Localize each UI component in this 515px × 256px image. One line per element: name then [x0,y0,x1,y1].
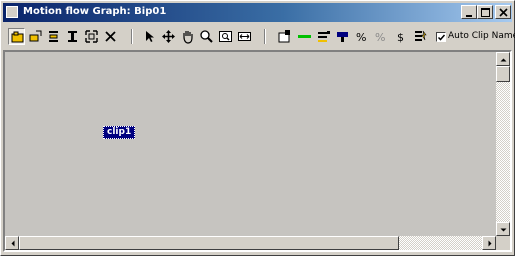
auto-clip-names-checkbox[interactable] [436,32,446,42]
arrow-down-icon [500,228,507,232]
show-scripts-icon [278,30,290,43]
zoom-extents-icon [238,32,251,41]
delete-button[interactable] [102,28,119,45]
pan-hand-icon [183,31,193,44]
random-icon: % [356,31,366,44]
checkmark-icon [437,34,446,41]
fit-selection-icon [85,30,98,43]
vertical-scroll-thumb[interactable] [496,66,510,82]
toolbar-separator [264,29,266,44]
define-script-button[interactable] [296,28,313,45]
create-clips-icon [11,31,24,43]
select-clips-icon [49,31,58,42]
window-icon [6,6,18,18]
select-transition-button[interactable] [64,28,81,45]
auto-clip-names-label[interactable]: Auto Clip Names [448,30,515,43]
pan-hand-button[interactable] [179,28,196,45]
select-transition-icon [68,31,77,42]
motion-flow-canvas[interactable]: clip1 [5,52,496,236]
script-list-button[interactable] [315,28,332,45]
create-transition-button[interactable] [27,28,44,45]
start-clip-button[interactable] [334,28,351,45]
transition-icon: % [375,31,385,44]
arrow-right-icon [488,240,492,247]
scroll-down-button[interactable] [496,222,510,236]
minimize-button[interactable] [461,5,477,19]
scroll-right-button[interactable] [482,236,496,250]
minimize-icon [466,15,472,17]
create-clips-button[interactable] [8,28,25,45]
show-scripts-button[interactable] [276,28,293,45]
scroll-up-button[interactable] [496,52,510,66]
arrow-left-icon [11,240,15,247]
dollar-button[interactable]: $ [393,28,410,45]
fit-selection-button[interactable] [83,28,100,45]
title-bar[interactable]: Motion flow Graph: Bip01 [3,3,512,22]
start-clip-icon [337,32,348,42]
svg-text:%: % [375,31,385,44]
transition-button[interactable]: % [372,28,389,45]
select-arrow-button[interactable] [141,28,158,45]
svg-text:%: % [356,31,366,44]
zoom-region-button[interactable] [217,28,234,45]
horizontal-scrollbar[interactable] [5,236,496,250]
toolbar: % % $ Auto Clip Names [3,24,515,50]
script-list-icon [318,31,330,42]
motion-flow-window: Motion flow Graph: Bip01 % % $ Auto Clip… [0,0,515,256]
svg-text:$: $ [397,31,404,44]
maximize-icon [481,8,490,17]
move-button[interactable] [160,28,177,45]
create-transition-icon [29,30,42,42]
close-button[interactable] [495,5,511,19]
zoom-button[interactable] [198,28,215,45]
select-clips-button[interactable] [45,28,62,45]
scroll-left-button[interactable] [5,236,19,250]
maximize-button[interactable] [477,5,493,19]
toolbar-separator [131,29,133,44]
graph-area: clip1 [3,50,512,252]
horizontal-scroll-thumb[interactable] [19,236,399,250]
arrow-up-icon [500,58,507,62]
vertical-scrollbar[interactable] [496,52,510,236]
window-title: Motion flow Graph: Bip01 [23,6,167,17]
move-icon [162,30,175,43]
zoom-extents-button[interactable] [236,28,253,45]
define-script-icon [298,35,311,38]
close-icon [499,8,508,17]
zoom-icon [200,30,213,43]
delete-icon [105,31,116,42]
random-button[interactable]: % [353,28,370,45]
scrollbar-corner [496,236,510,250]
select-arrow-icon [146,31,154,42]
dollar-icon: $ [397,31,404,44]
zoom-region-icon [219,31,232,42]
save-script-button[interactable] [412,28,429,45]
clip-node[interactable]: clip1 [103,126,136,139]
save-script-icon [415,30,427,41]
